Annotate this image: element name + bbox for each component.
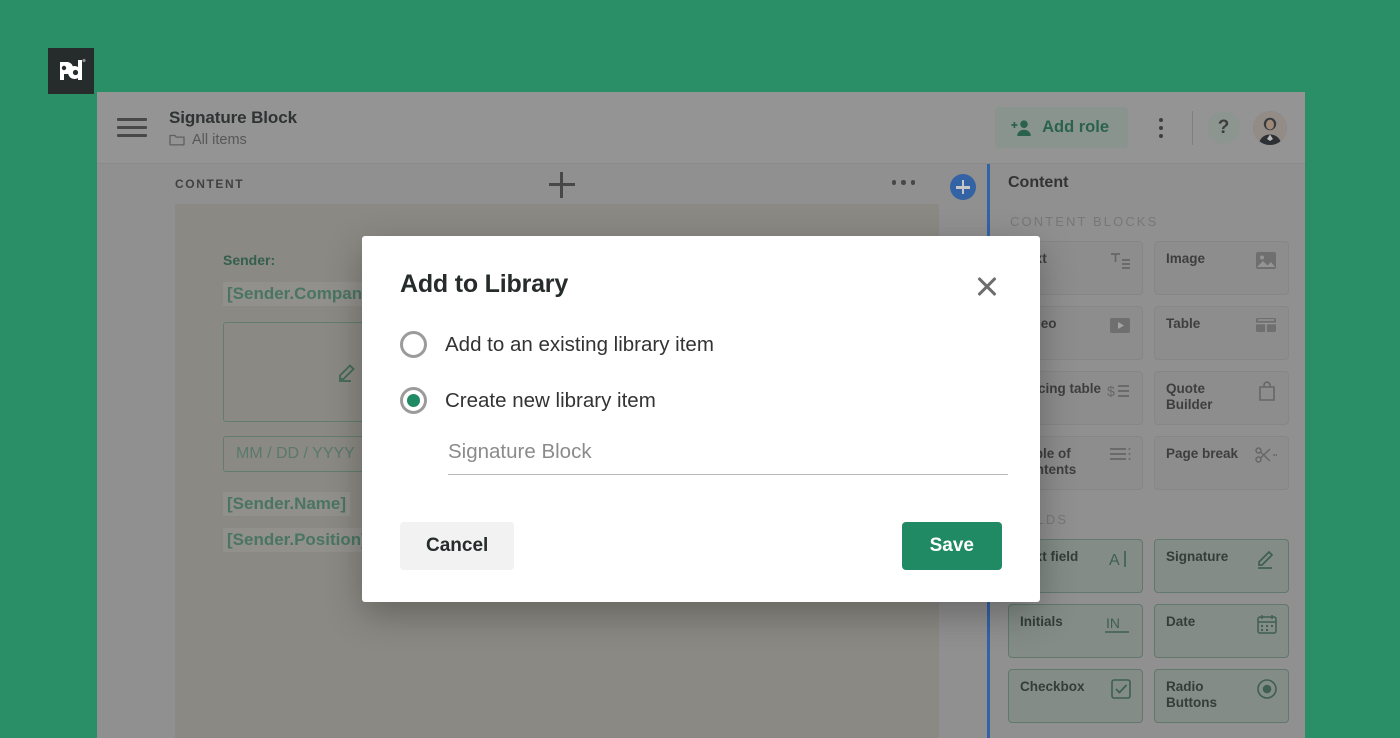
add-circle-icon[interactable] [950,174,976,200]
content-blocks-heading: CONTENT BLOCKS [1010,214,1289,229]
library-item-name-wrap [448,440,1008,475]
fields-heading: FIELDS [1010,512,1289,527]
pandadoc-logo [48,48,94,94]
initials-icon: IN [1105,614,1131,639]
top-bar: Signature Block All items Add role ? [97,92,1305,164]
content-section-label: CONTENT [175,177,244,191]
dialog-title: Add to Library [400,270,568,299]
radio-new-label: Create new library item [445,389,656,413]
breadcrumb[interactable]: All items [169,131,297,149]
pen-icon [337,362,357,382]
fields-grid: Text field A Signature Initials IN [1008,539,1289,723]
editor-toolbar: CONTENT [97,164,939,204]
field-card-date[interactable]: Date [1154,604,1289,658]
table-of-contents-icon [1109,446,1131,467]
pricing-table-icon: $ [1107,381,1131,406]
add-role-label: Add role [1042,118,1109,137]
folder-icon [169,133,185,146]
add-person-icon [1011,119,1033,137]
field-card-checkbox[interactable]: Checkbox [1008,669,1143,723]
add-to-library-dialog: Add to Library Add to an existing librar… [362,236,1040,602]
panel-title: Content [1008,174,1289,192]
block-card-image[interactable]: Image [1154,241,1289,295]
calendar-icon [1257,614,1277,639]
radio-new-indicator[interactable] [400,387,427,414]
scissors-icon [1255,446,1277,469]
block-label: Page break [1166,446,1238,462]
user-avatar-icon [1253,111,1287,145]
page-title: Signature Block [169,107,297,128]
radio-button-icon [1257,679,1277,704]
kebab-menu-icon[interactable] [1144,111,1178,145]
field-label: Checkbox [1020,679,1085,695]
text-icon [1109,251,1131,276]
toolbar-divider [1192,111,1193,145]
radio-existing-indicator[interactable] [400,331,427,358]
field-label: Signature [1166,549,1228,565]
close-icon[interactable] [972,272,1002,302]
block-card-quote-builder[interactable]: Quote Builder [1154,371,1289,425]
block-card-table[interactable]: Table [1154,306,1289,360]
image-icon [1255,251,1277,275]
library-item-name-input[interactable] [448,440,1008,475]
company-token: [Sender.Company] [223,282,381,306]
field-card-signature[interactable]: Signature [1154,539,1289,593]
content-blocks-grid: Text Image Video [1008,241,1289,490]
radio-existing-label: Add to an existing library item [445,333,714,357]
dialog-actions: Cancel Save [400,522,1002,570]
svg-text:$: $ [1107,383,1115,399]
ellipsis-icon[interactable] [892,180,916,185]
date-field-placeholder: MM / DD / YYYY [236,445,355,463]
block-card-page-break[interactable]: Page break [1154,436,1289,490]
name-token: [Sender.Name] [223,492,350,516]
text-field-icon: A [1109,549,1131,574]
avatar[interactable] [1253,111,1287,145]
block-label: Image [1166,251,1205,267]
pandadoc-logo-icon [56,58,86,84]
field-card-initials[interactable]: Initials IN [1008,604,1143,658]
add-role-button[interactable]: Add role [995,107,1128,148]
document-title-group: Signature Block All items [169,107,297,149]
checkbox-icon [1111,679,1131,704]
svg-text:IN: IN [1106,615,1120,631]
help-button[interactable]: ? [1207,111,1240,144]
block-label: Table [1166,316,1200,332]
field-label: Initials [1020,614,1063,630]
save-button[interactable]: Save [902,522,1002,570]
field-label: Date [1166,614,1195,630]
position-token: [Sender.Position] [223,528,371,552]
dialog-header: Add to Library [400,270,1002,302]
field-card-radio-buttons[interactable]: Radio Buttons [1154,669,1289,723]
add-block-icon[interactable] [549,172,575,198]
hamburger-icon[interactable] [117,113,147,143]
field-label: Radio Buttons [1166,679,1254,711]
video-icon [1109,316,1131,340]
signature-pen-icon [1256,549,1277,574]
radio-option-existing[interactable]: Add to an existing library item [400,331,1002,358]
table-icon [1255,316,1277,339]
quote-builder-icon [1257,381,1277,407]
radio-option-new[interactable]: Create new library item [400,387,1002,414]
svg-text:A: A [1109,552,1120,569]
block-label: Quote Builder [1166,381,1254,413]
breadcrumb-label: All items [192,131,247,149]
cancel-button[interactable]: Cancel [400,522,514,570]
